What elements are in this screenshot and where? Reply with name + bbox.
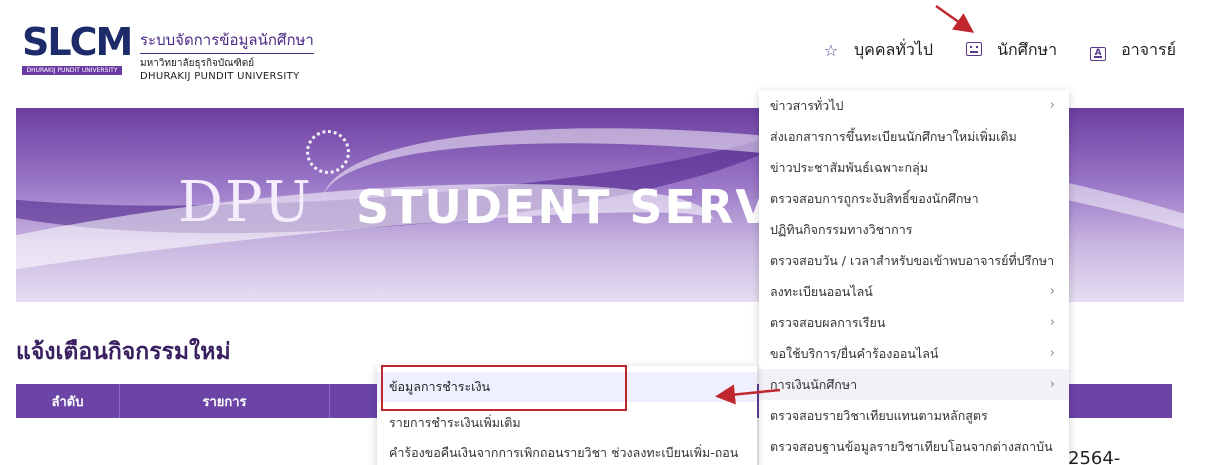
banner-service-text: STUDENT SERVI [356,180,793,234]
menu-item-course-equiv[interactable]: ตรวจสอบรายวิชาเทียบแทนตามหลักสูตร [759,400,1069,431]
top-nav: ☆ บุคคลทั่วไป นักศึกษา A อาจารย์ [822,38,1206,62]
logo-subtitle: DHURAKIJ PUNDIT UNIVERSITY [22,66,122,75]
dpu-emblem-icon [306,130,350,174]
col-header-item: รายการ [120,384,330,418]
chevron-right-icon: › [1049,98,1055,113]
col-header-no: ลำดับ [16,384,120,418]
nav-item-general[interactable]: ☆ บุคคลทั่วไป [822,38,933,63]
menu-item-finance[interactable]: การเงินนักศึกษา › [759,369,1069,400]
nav-item-teacher[interactable]: A อาจารย์ [1089,38,1176,63]
menu-item-transfer-db[interactable]: ตรวจสอบฐานข้อมูลรายวิชาเทียบโอนจากต่างสถ… [759,431,1069,462]
submenu-item-extra-payment[interactable]: รายการชำระเงินเพิ่มเติม [377,408,757,438]
menu-item-grades[interactable]: ตรวจสอบผลการเรียน › [759,307,1069,338]
university-name-en: DHURAKIJ PUNDIT UNIVERSITY [140,71,300,82]
student-icon [965,41,983,60]
menu-item-advisor-time[interactable]: ตรวจสอบวัน / เวลาสำหรับขอเข้าพบอาจารย์ที… [759,245,1069,276]
menu-item-group-news[interactable]: ข่าวประชาสัมพันธ์เฉพาะกลุ่ม [759,152,1069,183]
star-icon: ☆ [823,40,839,60]
brand-block: ระบบจัดการข้อมูลนักศึกษา มหาวิทยาลัยธุรก… [140,28,314,82]
nav-item-student[interactable]: นักศึกษา [965,38,1057,63]
banner-dpu-text: DPU [178,170,313,235]
menu-item-send-docs[interactable]: ส่งเอกสารการขึ้นทะเบียนนักศึกษาใหม่เพิ่ม… [759,121,1069,152]
chevron-right-icon: › [1049,377,1055,392]
nav-label-student: นักศึกษา [997,39,1058,59]
nav-label-teacher: อาจารย์ [1121,39,1176,59]
submenu-item-refund-request[interactable]: คำร้องขอคืนเงินจากการเพิกถอนรายวิชา ช่วง… [377,438,757,465]
student-dropdown-menu: ข่าวสารทั่วไป › ส่งเอกสารการขึ้นทะเบียนนั… [759,90,1069,465]
arrow-to-student-menu [935,4,975,33]
slcm-logo[interactable]: SLCM DHURAKIJ PUNDIT UNIVERSITY [22,20,133,77]
submenu-item-payment-info[interactable]: ข้อมูลการชำระเงิน [377,372,757,402]
section-title: แจ้งเตือนกิจกรรมใหม่ [16,339,231,365]
menu-item-services[interactable]: ขอใช้บริการ/ยื่นคำร้องออนไลน์ › [759,338,1069,369]
chevron-right-icon: › [1049,284,1055,299]
teacher-icon: A [1089,40,1107,61]
logo-text: SLCM [22,20,133,64]
menu-item-online-register[interactable]: ลงทะเบียนออนไลน์ › [759,276,1069,307]
finance-submenu: ข้อมูลการชำระเงิน รายการชำระเงินเพิ่มเติ… [377,366,757,465]
nav-label-general: บุคคลทั่วไป [853,39,934,59]
menu-item-news[interactable]: ข่าวสารทั่วไป › [759,90,1069,121]
university-name-th: มหาวิทยาลัยธุรกิจบัณฑิตย์ [140,58,255,69]
table-cell-partial: 2564- [1068,448,1121,465]
chevron-right-icon: › [1049,346,1055,361]
page: SLCM DHURAKIJ PUNDIT UNIVERSITY ระบบจัดก… [0,0,1206,465]
chevron-right-icon: › [1049,315,1055,330]
menu-item-suspension[interactable]: ตรวจสอบการถูกระงับสิทธิ์ของนักศึกษา [759,183,1069,214]
system-title[interactable]: ระบบจัดการข้อมูลนักศึกษา [140,28,314,54]
menu-item-calendar[interactable]: ปฏิทินกิจกรรมทางวิชาการ [759,214,1069,245]
